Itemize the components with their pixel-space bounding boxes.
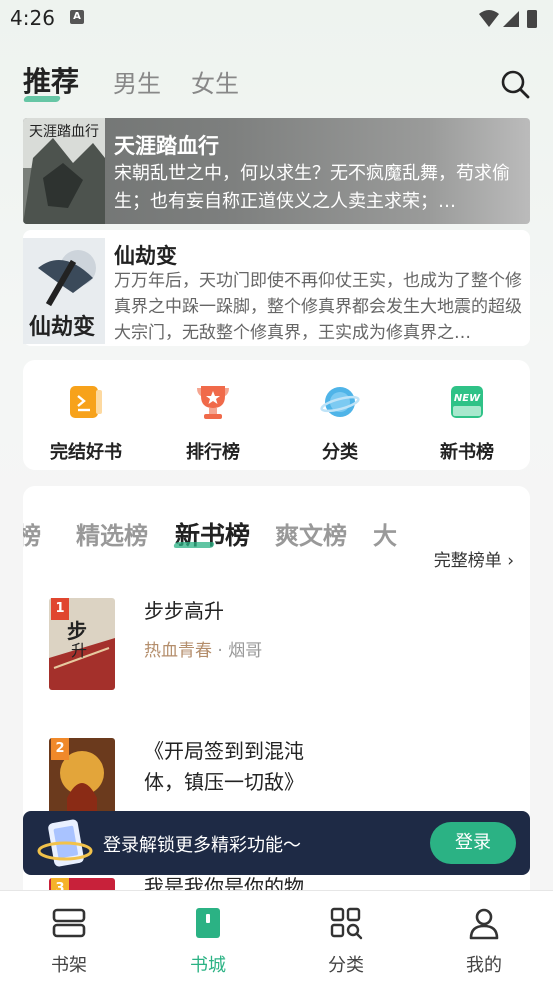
book-title: 《开局签到到混沌体，镇压一切敌》 <box>144 739 304 794</box>
full-ranking-link[interactable]: 完整榜单 › <box>425 546 514 571</box>
top-nav: 推荐 男生 女生 <box>0 56 553 112</box>
book-meta: 热血青春 · 烟哥 <box>144 641 263 661</box>
quick-entry-label: 新书榜 <box>440 442 494 463</box>
book-title: 天涯踏血行 <box>114 134 219 158</box>
book-title: 仙劫变 <box>114 244 177 268</box>
bottom-nav-bookstore[interactable]: 书城 <box>168 905 248 977</box>
ranking-tab-cool[interactable]: 爽文榜 <box>275 516 347 551</box>
bottom-nav-bookshelf[interactable]: 书架 <box>29 905 109 977</box>
phone-unlock-icon <box>37 819 93 867</box>
rank-badge: 2 <box>51 738 69 760</box>
book-author: 烟哥 <box>228 641 263 661</box>
rank-badge: 1 <box>51 598 69 620</box>
bottom-nav-label: 书城 <box>190 955 226 976</box>
status-bar: 4:26 A <box>0 0 553 36</box>
ranking-tab-partial[interactable]: 榜 <box>23 516 41 551</box>
svg-text:NEW: NEW <box>454 393 481 404</box>
tab-male[interactable]: 男生 <box>113 64 161 99</box>
svg-text:天涯踏血行: 天涯踏血行 <box>29 124 99 140</box>
login-banner: 登录解锁更多精彩功能～ 登录 <box>23 811 530 875</box>
ranking-tabs: 榜 精选榜 新书榜 爽文榜 大 完整榜单 › <box>23 512 530 571</box>
search-icon[interactable] <box>499 68 531 100</box>
bottom-nav: 书架 书城 分类 我的 <box>0 890 553 985</box>
system-indicators-icon <box>479 10 537 28</box>
quick-entry-new[interactable]: NEW 新书榜 <box>407 382 527 464</box>
book-description: 宋朝乱世之中，何以求生？无不疯魔乱舞，苟求偷生；也有妄自称正道侠义之人卖主求荣；… <box>114 163 510 212</box>
tab-underline <box>22 96 62 102</box>
bookstore-icon <box>196 908 220 938</box>
quick-entry-label: 分类 <box>322 442 358 463</box>
finished-books-icon <box>70 386 102 418</box>
book-cover-image: 仙劫变 <box>23 238 105 344</box>
status-time: 4:26 <box>10 6 55 30</box>
trophy-icon <box>197 386 229 419</box>
notification-icon: A <box>70 10 84 24</box>
book-genre: 热血青春 <box>144 641 212 661</box>
bottom-nav-label: 书架 <box>51 955 87 976</box>
book-description: 万万年后，天功门即使不再仰仗王实，也成为了整个修真界之中跺一跺脚，整个修真界都会… <box>114 271 522 343</box>
quick-entry-category[interactable]: 分类 <box>280 382 400 464</box>
book-title: 步步高升 <box>144 599 224 623</box>
bookshelf-icon <box>52 908 86 938</box>
ranking-list-item[interactable]: 步 升 1 步步高升 热血青春 · 烟哥 <box>49 598 509 690</box>
login-banner-message: 登录解锁更多精彩功能～ <box>103 835 301 856</box>
category-grid-icon <box>330 907 363 940</box>
svg-text:升: 升 <box>71 641 87 660</box>
ranking-tab-selected[interactable]: 精选榜 <box>76 516 148 551</box>
bottom-nav-profile[interactable]: 我的 <box>444 905 524 977</box>
featured-book-card[interactable]: 天涯踏血行 天涯踏血行 宋朝乱世之中，何以求生？无不疯魔乱舞，苟求偷生；也有妄自… <box>23 118 530 224</box>
svg-text:步: 步 <box>67 619 87 643</box>
login-button[interactable]: 登录 <box>430 822 516 864</box>
book-card[interactable]: 仙劫变 仙劫变 万万年后，天功门即使不再仰仗王实，也成为了整个修真界之中跺一跺脚… <box>23 230 530 346</box>
profile-icon <box>469 908 499 940</box>
ranking-tab-underline <box>172 542 216 548</box>
new-badge-icon: NEW <box>451 386 483 418</box>
quick-entry-label: 完结好书 <box>50 442 122 463</box>
bottom-nav-category[interactable]: 分类 <box>306 905 386 977</box>
ranking-tab-partial[interactable]: 大 <box>373 516 397 551</box>
category-planet-icon <box>320 387 360 417</box>
quick-entry-finished[interactable]: 完结好书 <box>26 382 146 464</box>
quick-entry-panel: 完结好书 排行榜 分类 NEW 新书榜 <box>23 360 530 470</box>
tab-female[interactable]: 女生 <box>191 64 239 99</box>
quick-entry-label: 排行榜 <box>186 442 240 463</box>
bottom-nav-label: 我的 <box>466 955 502 976</box>
quick-entry-ranking[interactable]: 排行榜 <box>153 382 273 464</box>
tab-recommend[interactable]: 推荐 <box>23 60 79 100</box>
svg-text:仙劫变: 仙劫变 <box>29 314 95 340</box>
book-cover-image: 天涯踏血行 <box>23 118 105 224</box>
bottom-nav-label: 分类 <box>328 955 364 976</box>
